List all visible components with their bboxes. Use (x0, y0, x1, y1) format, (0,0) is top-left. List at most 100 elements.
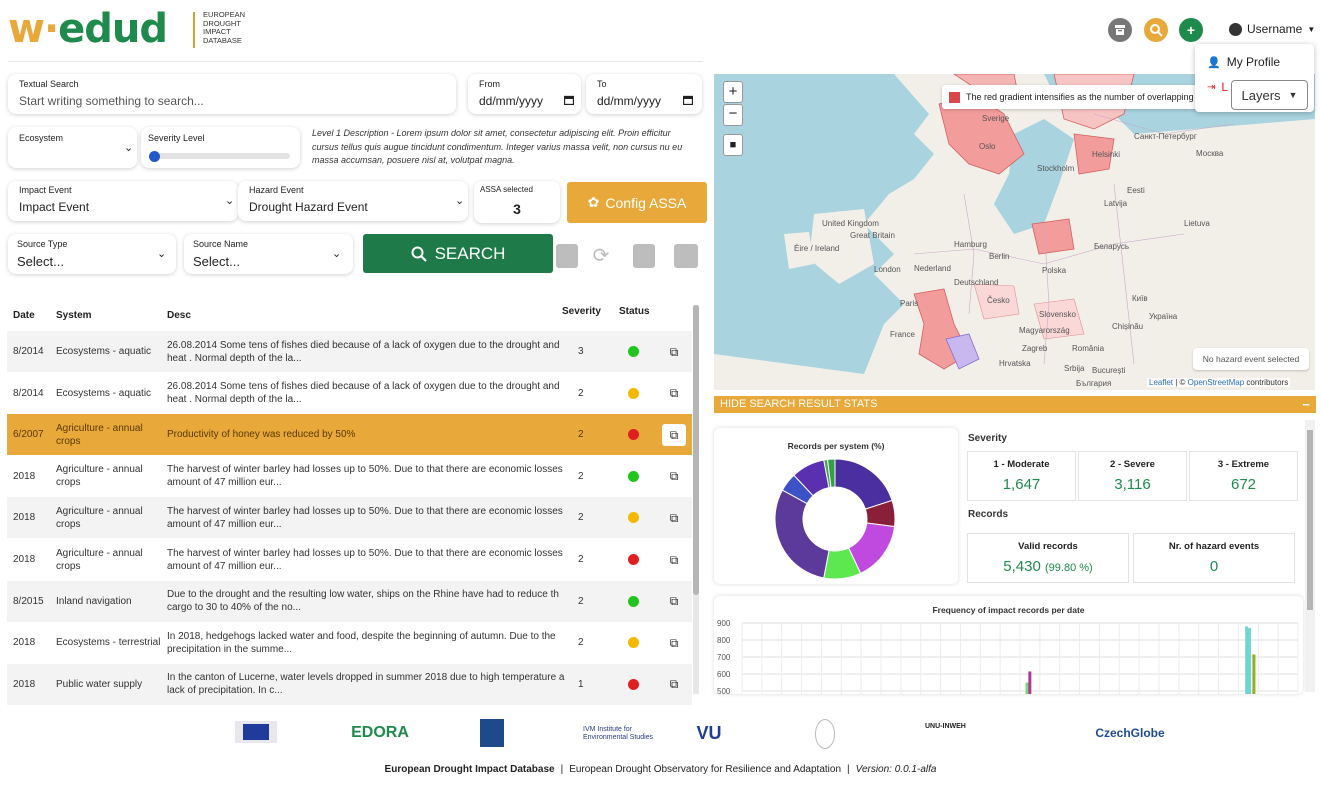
col-header-desc[interactable]: Desc (167, 310, 191, 321)
level-description: Level 1 Description - Lorem ipsum dolor … (312, 128, 683, 165)
cell-date: 2018 (13, 554, 36, 565)
draw-rectangle-button[interactable]: ■ (723, 134, 743, 156)
search-button[interactable]: SEARCH (363, 234, 553, 273)
table-row[interactable]: 8/2014 Ecosystems - aquatic 26.08.2014 Som… (7, 331, 692, 372)
col-header-status[interactable]: Status (619, 306, 650, 317)
to-label: To (597, 79, 607, 89)
university-seal-logo (815, 719, 835, 749)
refresh-icon[interactable]: ⟳ (590, 244, 612, 268)
hazard-event-select[interactable]: Hazard Event Drought Hazard Event ⌄ (238, 181, 468, 221)
map-place-label: Україна (1149, 312, 1178, 321)
open-external-icon[interactable]: ⧉ (662, 466, 686, 488)
ecosystem-select[interactable]: Ecosystem ⌄ (8, 127, 137, 168)
table-row[interactable]: 2018 Agriculture - annual crops The harves… (7, 539, 692, 580)
frequency-bar[interactable] (1025, 682, 1029, 695)
calendar-icon[interactable] (683, 95, 693, 105)
add-folder-icon[interactable] (674, 244, 698, 268)
valid-records-box: Valid records 5,430 (99.80 %) (967, 533, 1129, 583)
download-icon[interactable] (556, 244, 578, 268)
pie-slice[interactable] (774, 489, 830, 579)
osm-link[interactable]: OpenStreetMap (1188, 378, 1244, 387)
logout-label: L (1221, 80, 1229, 94)
map-place-label: London (874, 265, 901, 274)
severity-moderate-label: 1 - Moderate (993, 459, 1050, 470)
scrollbar-thumb[interactable] (693, 305, 699, 595)
table-scrollbar[interactable] (693, 305, 699, 694)
severity-extreme-label: 3 - Extreme (1217, 459, 1270, 470)
col-header-severity[interactable]: Severity (562, 306, 601, 317)
col-header-system[interactable]: System (56, 310, 92, 321)
table-row[interactable]: 6/2007 Agriculture - annual crops Producti… (7, 414, 692, 456)
logo[interactable]: w·edud (8, 6, 168, 52)
map-canvas (714, 74, 1315, 390)
open-external-icon[interactable]: ⧉ (662, 591, 686, 613)
table-row[interactable]: 2018 Agriculture - annual crops The harves… (7, 497, 692, 539)
hide-stats-bar[interactable]: HIDE SEARCH RESULT STATS − (714, 396, 1316, 413)
add-button[interactable]: + (1179, 18, 1203, 42)
layers-button[interactable]: Layers ▼ (1231, 80, 1308, 110)
save-icon[interactable] (633, 244, 655, 268)
scrollbar-thumb[interactable] (1307, 430, 1313, 610)
table-row[interactable]: 2018 Ecosystems - terrestrial In 2018, hed… (7, 622, 692, 664)
hazard-events-label: Nr. of hazard events (1168, 541, 1260, 552)
map-place-label: Zagreb (1022, 344, 1048, 353)
open-external-icon[interactable]: ⧉ (662, 632, 686, 654)
map-place-label: România (1072, 344, 1105, 353)
zoom-in-button[interactable]: + (723, 81, 743, 103)
calendar-icon[interactable] (564, 95, 574, 105)
hazard-events-value: 0 (1209, 558, 1219, 575)
frequency-bar[interactable] (1247, 628, 1251, 694)
severity-slider-track[interactable] (149, 153, 290, 159)
config-assa-button[interactable]: ✿ Config ASSA (567, 182, 707, 223)
severity-moderate-value: 1,647 (1002, 476, 1041, 493)
cell-desc-wrap: In the canton of Lucerne, water levels d… (167, 664, 565, 705)
impact-event-select[interactable]: Impact Event Impact Event ⌄ (8, 181, 238, 221)
frequency-bar[interactable] (1252, 654, 1256, 694)
archive-icon-button[interactable] (1108, 18, 1132, 42)
open-external-icon[interactable]: ⧉ (662, 507, 686, 529)
footer-separator: | (847, 764, 850, 775)
table-row[interactable]: 2018 Agriculture - annual crops The harves… (7, 455, 692, 497)
logout-item[interactable]: ⇥ L (1207, 80, 1228, 94)
my-profile-item[interactable]: 👤 My Profile (1207, 55, 1280, 69)
stats-scrollbar[interactable] (1305, 420, 1315, 692)
open-external-icon[interactable]: ⧉ (662, 341, 686, 363)
leaflet-link[interactable]: Leaflet (1149, 378, 1173, 387)
pie-slice[interactable] (834, 458, 893, 510)
map-search-button[interactable] (1144, 18, 1168, 42)
open-external-icon[interactable]: ⧉ (662, 383, 686, 405)
table-row[interactable]: 2018 Public water supply In the canton of … (7, 663, 692, 705)
status-dot (628, 470, 639, 482)
user-menu[interactable]: Username ▼ (1229, 22, 1315, 36)
severity-slider-handle[interactable] (149, 151, 160, 162)
zoom-out-button[interactable]: − (723, 104, 743, 126)
caret-down-icon: ▼ (1288, 90, 1298, 100)
records-per-system-pie (774, 458, 896, 580)
frequency-chart-card: Frequency of impact records per date 900… (714, 596, 1303, 694)
to-date-input[interactable]: dd/mm/yyyy (597, 94, 661, 108)
logout-icon: ⇥ (1207, 81, 1216, 93)
source-name-select[interactable]: Source Name Select... ⌄ (184, 234, 353, 274)
from-date-input[interactable]: dd/mm/yyyy (479, 94, 543, 108)
table-row[interactable]: 8/2014 Ecosystems - aquatic 26.08.2014 Som… (7, 372, 692, 414)
cell-desc-wrap: Due to the drought and the resulting low… (167, 581, 565, 622)
logo-subtitle-line: DATABASE (203, 35, 242, 45)
source-type-select[interactable]: Source Type Select... ⌄ (8, 234, 176, 274)
chevron-down-icon: ⌄ (455, 195, 465, 207)
map-place-label: Москва (1196, 149, 1224, 158)
open-external-icon[interactable]: ⧉ (662, 674, 686, 696)
textual-search-input[interactable]: Start writing something to search... (19, 94, 204, 108)
collapse-icon[interactable]: − (1302, 396, 1310, 413)
open-external-icon[interactable]: ⧉ (662, 424, 686, 447)
source-type-value: Select... (17, 254, 64, 269)
status-dot (628, 387, 639, 399)
cell-severity: 1 (578, 678, 584, 690)
map[interactable]: Oslo Stockholm Helsinki Санкт-Петербург Eest… (714, 74, 1315, 390)
map-legend: The red gradient intensifies as the numb… (942, 85, 1204, 109)
frequency-bar[interactable] (1028, 671, 1032, 694)
frequency-bar[interactable] (1245, 626, 1249, 694)
open-external-icon[interactable]: ⧉ (662, 549, 686, 571)
cell-system: Inland navigation (56, 595, 132, 607)
col-header-date[interactable]: Date (13, 310, 35, 321)
table-row[interactable]: 8/2015 Inland navigation Due to the drough… (7, 580, 692, 622)
